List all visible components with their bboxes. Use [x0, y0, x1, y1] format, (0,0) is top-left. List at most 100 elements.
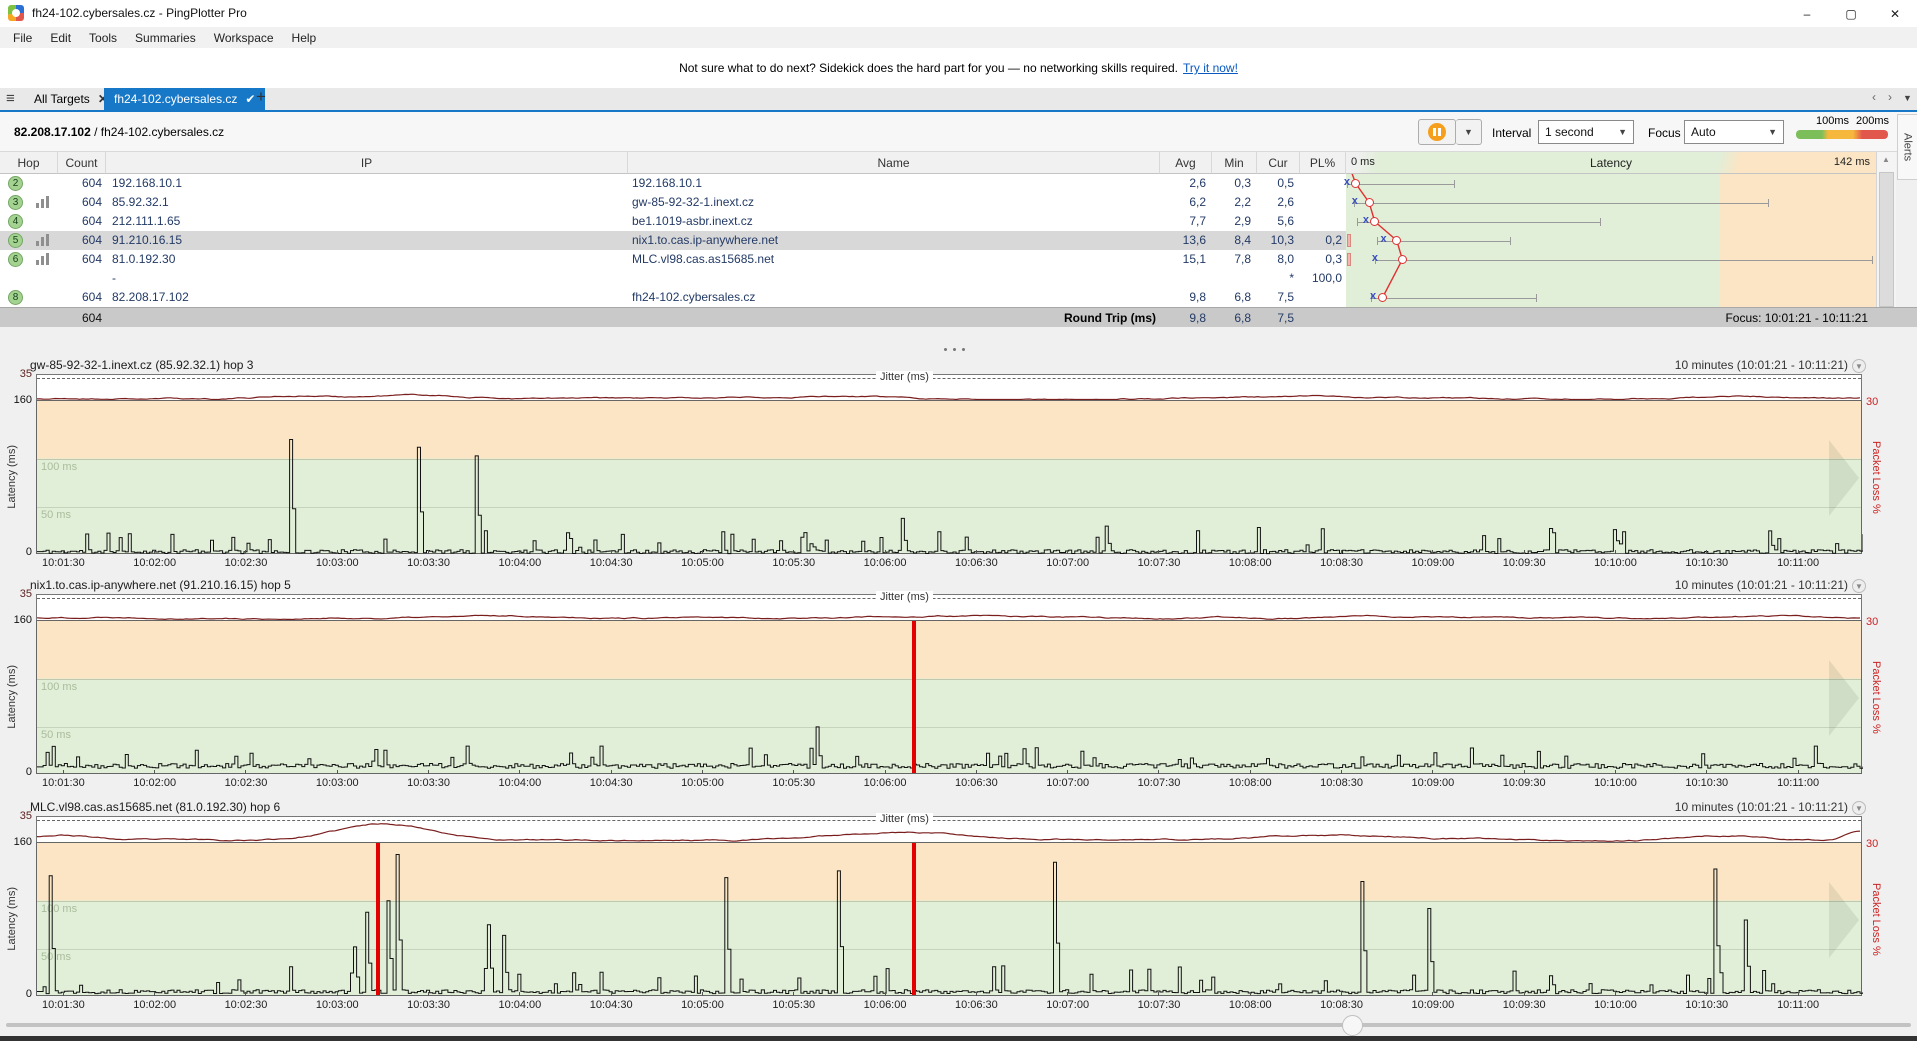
x-tick [1158, 550, 1159, 554]
table-row-hop-2[interactable]: 2604192.168.10.1192.168.10.12,60,30,5 [0, 174, 1346, 193]
x-tick-label: 10:10:00 [1583, 777, 1647, 789]
column-header-min[interactable]: Min [1212, 152, 1257, 174]
pause-button[interactable] [1418, 119, 1456, 145]
menu-summaries[interactable]: Summaries [126, 31, 205, 45]
x-tick-label: 10:09:30 [1492, 557, 1556, 569]
count-cell: 604 [58, 231, 102, 250]
menu-edit[interactable]: Edit [41, 31, 80, 45]
new-tab-button[interactable]: + [256, 87, 266, 107]
alerts-side-tab[interactable]: Alerts [1897, 114, 1917, 180]
x-tick-label: 10:04:00 [488, 999, 552, 1011]
latency-timeline-plot[interactable]: 100 ms50 ms [36, 620, 1862, 774]
splitter-handle[interactable] [944, 348, 965, 351]
latency-timeline-plot[interactable]: 100 ms50 ms [36, 842, 1862, 996]
table-row-hop-unknown[interactable]: -*100,0 [0, 269, 1346, 288]
window-title: fh24-102.cybersales.cz - PingPlotter Pro [32, 6, 247, 20]
x-tick [1250, 770, 1251, 774]
x-tick [1706, 992, 1707, 996]
count-cell: 604 [58, 212, 102, 231]
graph-range-dropdown[interactable]: ▼ [1852, 359, 1866, 373]
x-tick-label: 10:11:00 [1766, 777, 1830, 789]
column-header-avg[interactable]: Avg [1160, 152, 1212, 174]
minimize-button[interactable]: – [1785, 0, 1829, 27]
table-row-hop-8[interactable]: 860482.208.17.102fh24-102.cybersales.cz9… [0, 288, 1346, 307]
tab-list-icon[interactable]: ▼ [1903, 93, 1912, 103]
x-tick-label: 10:06:30 [944, 777, 1008, 789]
graph-range-dropdown[interactable]: ▼ [1852, 579, 1866, 593]
tab-active-target[interactable]: fh24-102.cybersales.cz ✔ [104, 88, 265, 110]
x-tick-label: 10:07:00 [1036, 557, 1100, 569]
legend-100ms-label: 100ms [1816, 115, 1849, 127]
table-row-hop-4[interactable]: 4604212.111.1.65be1.1019-asbr.inext.cz7,… [0, 212, 1346, 231]
y-axis-min-label: 0 [4, 546, 32, 558]
footer-cur: 7,5 [1257, 308, 1294, 327]
column-header-cur[interactable]: Cur [1257, 152, 1300, 174]
footer-min: 6,8 [1212, 308, 1251, 327]
count-cell: 604 [58, 174, 102, 193]
x-tick [245, 770, 246, 774]
x-tick-label: 10:05:30 [762, 999, 826, 1011]
latency-series [37, 401, 1863, 555]
scroll-up-arrow-icon[interactable]: ▲ [1882, 155, 1890, 164]
latency-timeline-plot[interactable]: 100 ms50 ms [36, 400, 1862, 554]
close-button[interactable]: ✕ [1873, 0, 1917, 27]
x-tick-label: 10:07:00 [1036, 999, 1100, 1011]
column-header-pl[interactable]: PL% [1300, 152, 1346, 174]
ip-cell: 82.208.17.102 [112, 288, 612, 307]
column-header-ip[interactable]: IP [106, 152, 628, 174]
ip-cell: 81.0.192.30 [112, 250, 612, 269]
menu-tools[interactable]: Tools [80, 31, 126, 45]
latency-series [37, 843, 1863, 997]
x-tick-label: 10:03:30 [397, 777, 461, 789]
hamburger-icon[interactable]: ≡ [6, 90, 15, 107]
x-tick-label: 10:09:00 [1401, 777, 1465, 789]
y-axis-max-label: 160 [4, 836, 32, 848]
y-axis-min-label: 0 [4, 766, 32, 778]
x-tick-label: 10:07:30 [1127, 999, 1191, 1011]
interval-select[interactable]: 1 second▼ [1538, 120, 1634, 144]
menu-help[interactable]: Help [283, 31, 326, 45]
table-row-hop-6[interactable]: 660481.0.192.30MLC.vl98.cas.as15685.net1… [0, 250, 1346, 269]
time-scrollbar-thumb[interactable] [1342, 1015, 1363, 1036]
count-cell [58, 269, 102, 288]
avg-marker-circle [1378, 293, 1387, 302]
latency-scale-max: 142 ms [1834, 156, 1870, 168]
tab-scroll-left-icon[interactable]: ‹ [1872, 90, 1876, 104]
column-header-name[interactable]: Name [628, 152, 1160, 174]
name-cell: MLC.vl98.cas.as15685.net [632, 250, 1152, 269]
graph-range-label: 10 minutes (10:01:21 - 10:11:21) [1400, 578, 1848, 592]
latency-color-legend [1796, 130, 1888, 139]
graph-range-dropdown[interactable]: ▼ [1852, 801, 1866, 815]
table-row-hop-5[interactable]: 560491.210.16.15nix1.to.cas.ip-anywhere.… [0, 231, 1346, 250]
focus-select[interactable]: Auto▼ [1684, 120, 1784, 144]
time-scrollbar-track[interactable] [6, 1023, 1911, 1027]
maximize-button[interactable]: ▢ [1829, 0, 1873, 27]
x-tick [1158, 992, 1159, 996]
footer-count: 604 [58, 308, 102, 327]
x-tick-label: 10:09:00 [1401, 999, 1465, 1011]
hop-chart-icon [36, 253, 50, 265]
column-header-latency[interactable]: 0 msLatency142 ms [1346, 152, 1876, 174]
menu-file[interactable]: File [4, 31, 41, 45]
graph-section-3: MLC.vl98.cas.as15685.net (81.0.192.30) h… [0, 800, 1917, 1014]
column-header-hop[interactable]: Hop [0, 152, 58, 174]
table-scrollbar[interactable]: ▲ [1876, 152, 1896, 327]
graph-section-2: nix1.to.cas.ip-anywhere.net (91.210.16.1… [0, 578, 1917, 792]
x-tick [428, 992, 429, 996]
column-header-count[interactable]: Count [58, 152, 106, 174]
menu-workspace[interactable]: Workspace [205, 31, 283, 45]
packet-loss-axis-title: Packet Loss % [1870, 642, 1882, 752]
x-tick-label: 10:06:30 [944, 557, 1008, 569]
tab-scroll-right-icon[interactable]: › [1888, 90, 1892, 104]
x-tick-label: 10:04:00 [488, 557, 552, 569]
graph-range-label: 10 minutes (10:01:21 - 10:11:21) [1400, 800, 1848, 814]
name-cell: be1.1019-asbr.inext.cz [632, 212, 1152, 231]
try-it-now-link[interactable]: Try it now! [1183, 61, 1238, 75]
pause-options-button[interactable]: ▼ [1456, 119, 1482, 145]
table-row-hop-3[interactable]: 360485.92.32.1gw-85-92-32-1.inext.cz6,22… [0, 193, 1346, 212]
x-tick-label: 10:02:30 [214, 557, 278, 569]
latency-range-panel[interactable]: xxxxxx [1346, 174, 1876, 307]
x-tick-label: 10:11:00 [1766, 999, 1830, 1011]
scrollbar-thumb[interactable] [1879, 172, 1894, 307]
round-trip-row: 604Round Trip (ms)9,86,87,5Focus: 10:01:… [0, 307, 1917, 327]
